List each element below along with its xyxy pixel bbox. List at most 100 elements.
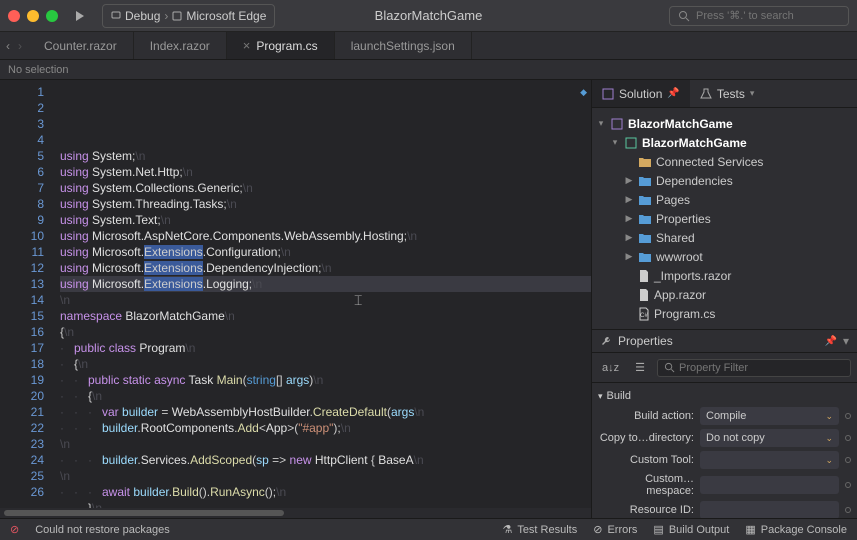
property-group-header[interactable]: ▾Build: [598, 387, 851, 405]
code-line[interactable]: · {\n: [60, 356, 591, 372]
build-output-button[interactable]: ▤Build Output: [653, 523, 729, 536]
dropdown-icon[interactable]: ⌄: [825, 433, 833, 444]
device-icon: [111, 11, 121, 21]
code-line[interactable]: · · public static async Task Main(string…: [60, 372, 591, 388]
tab-tests[interactable]: Tests ▾: [690, 80, 765, 107]
breadcrumb-strip: No selection: [0, 60, 857, 80]
code-line[interactable]: · · · var builder = WebAssemblyHostBuild…: [60, 404, 591, 420]
debug-target-label: Microsoft Edge: [186, 9, 266, 23]
run-configuration[interactable]: Debug › Microsoft Edge: [102, 4, 275, 28]
disclosure-triangle-icon[interactable]: ▶: [624, 251, 634, 262]
tree-item[interactable]: ▶Pages: [596, 190, 853, 209]
code-line[interactable]: \n: [60, 292, 591, 308]
tree-item[interactable]: ▶wwwroot: [596, 247, 853, 266]
minimize-window-button[interactable]: [27, 10, 39, 22]
code-line[interactable]: \n: [60, 468, 591, 484]
tree-item[interactable]: ▶Shared: [596, 228, 853, 247]
status-bar: ⊘ Could not restore packages ⚗Test Resul…: [0, 518, 857, 540]
search-icon: [678, 10, 690, 22]
errors-button[interactable]: ⊘Errors: [593, 523, 637, 536]
disclosure-triangle-icon[interactable]: ▶: [624, 175, 634, 186]
property-marker-icon[interactable]: [845, 507, 851, 513]
close-window-button[interactable]: [8, 10, 20, 22]
dropdown-icon[interactable]: ⌄: [825, 455, 833, 466]
tree-item[interactable]: _Imports.razor: [596, 266, 853, 285]
tree-item[interactable]: App.razor: [596, 285, 853, 304]
editor-tab[interactable]: launchSettings.json: [335, 32, 472, 59]
close-tab-button[interactable]: ×: [243, 38, 251, 53]
code-line[interactable]: using System.Text;\n: [60, 212, 591, 228]
pin-icon[interactable]: 📌: [667, 88, 679, 99]
property-filter-input[interactable]: [679, 362, 844, 374]
nav-back-button[interactable]: ‹: [6, 39, 10, 53]
tab-solution[interactable]: Solution 📌: [592, 80, 690, 107]
global-search[interactable]: [669, 6, 849, 26]
code-line[interactable]: using System.Net.Http;\n: [60, 164, 591, 180]
property-marker-icon[interactable]: [845, 435, 851, 441]
code-line[interactable]: {\n: [60, 324, 591, 340]
property-marker-icon[interactable]: [845, 457, 851, 463]
code-line[interactable]: · · · builder.Services.AddScoped(sp => n…: [60, 452, 591, 468]
property-marker-icon[interactable]: [845, 482, 851, 488]
error-icon: ⊘: [10, 523, 19, 536]
code-line[interactable]: using System.Collections.Generic;\n: [60, 180, 591, 196]
flask-icon: ⚗: [502, 523, 512, 536]
search-input[interactable]: [696, 10, 840, 22]
property-value[interactable]: ⌄: [700, 451, 839, 469]
code-line[interactable]: using System;\n: [60, 148, 591, 164]
tree-item[interactable]: ▾BlazorMatchGame: [596, 133, 853, 152]
code-line[interactable]: · public class Program\n: [60, 340, 591, 356]
editor-tabs: ‹ › Counter.razorIndex.razor×Program.csl…: [0, 32, 857, 60]
test-results-button[interactable]: ⚗Test Results: [502, 523, 577, 536]
code-line[interactable]: · · }\n: [60, 500, 591, 508]
property-label: Copy to…directory:: [598, 432, 694, 444]
code-line[interactable]: \n: [60, 436, 591, 452]
editor-tab[interactable]: Index.razor: [134, 32, 227, 59]
property-marker-icon[interactable]: [845, 413, 851, 419]
folder-icon: [638, 251, 652, 263]
tree-item[interactable]: ▶Dependencies: [596, 171, 853, 190]
code-editor[interactable]: 1234567891011121314151617181920212223242…: [0, 80, 591, 508]
scrollbar-thumb[interactable]: [4, 510, 284, 516]
sort-az-button[interactable]: a↓z: [598, 360, 623, 376]
code-line[interactable]: using Microsoft.Extensions.DependencyInj…: [60, 260, 591, 276]
tree-item[interactable]: Connected Services: [596, 152, 853, 171]
folder-icon: [638, 232, 652, 244]
package-console-button[interactable]: ▦Package Console: [745, 523, 847, 536]
panel-menu-button[interactable]: ▾: [843, 334, 849, 348]
code-area[interactable]: ◆ ⌶ using System;\nusing System.Net.Http…: [60, 80, 591, 508]
dropdown-icon[interactable]: ⌄: [825, 411, 833, 422]
browser-icon: [172, 11, 182, 21]
editor-tab[interactable]: Counter.razor: [28, 32, 134, 59]
tree-item[interactable]: C#Program.cs: [596, 304, 853, 323]
category-view-button[interactable]: ☰: [631, 359, 649, 376]
property-label: Custom Tool:: [598, 454, 694, 466]
code-line[interactable]: · · {\n: [60, 388, 591, 404]
property-value[interactable]: Do not copy⌄: [700, 429, 839, 447]
tree-item[interactable]: ▶Properties: [596, 209, 853, 228]
disclosure-triangle-icon[interactable]: ▶: [624, 213, 634, 224]
disclosure-triangle-icon[interactable]: ▶: [624, 232, 634, 243]
nav-forward-button[interactable]: ›: [18, 39, 22, 53]
horizontal-scrollbar[interactable]: [0, 508, 591, 518]
property-filter[interactable]: [657, 359, 851, 377]
property-value[interactable]: Compile⌄: [700, 407, 839, 425]
editor-tab[interactable]: ×Program.cs: [227, 32, 335, 59]
run-button[interactable]: [66, 4, 94, 28]
code-line[interactable]: using Microsoft.Extensions.Logging;\n💡: [60, 276, 591, 292]
solution-tree[interactable]: ▾BlazorMatchGame▾BlazorMatchGameConnecte…: [592, 108, 857, 329]
maximize-window-button[interactable]: [46, 10, 58, 22]
tree-item[interactable]: ▾BlazorMatchGame: [596, 114, 853, 133]
pin-icon[interactable]: 📌: [825, 336, 837, 347]
property-value[interactable]: [700, 501, 839, 518]
code-line[interactable]: · · · builder.RootComponents.Add<App>("#…: [60, 420, 591, 436]
code-line[interactable]: using Microsoft.Extensions.Configuration…: [60, 244, 591, 260]
disclosure-triangle-icon[interactable]: ▾: [596, 118, 606, 129]
code-line[interactable]: using Microsoft.AspNetCore.Components.We…: [60, 228, 591, 244]
code-line[interactable]: namespace BlazorMatchGame\n: [60, 308, 591, 324]
disclosure-triangle-icon[interactable]: ▾: [610, 137, 620, 148]
code-line[interactable]: · · · await builder.Build().RunAsync();\…: [60, 484, 591, 500]
code-line[interactable]: using System.Threading.Tasks;\n: [60, 196, 591, 212]
disclosure-triangle-icon[interactable]: ▶: [624, 194, 634, 205]
property-value[interactable]: [700, 476, 839, 494]
